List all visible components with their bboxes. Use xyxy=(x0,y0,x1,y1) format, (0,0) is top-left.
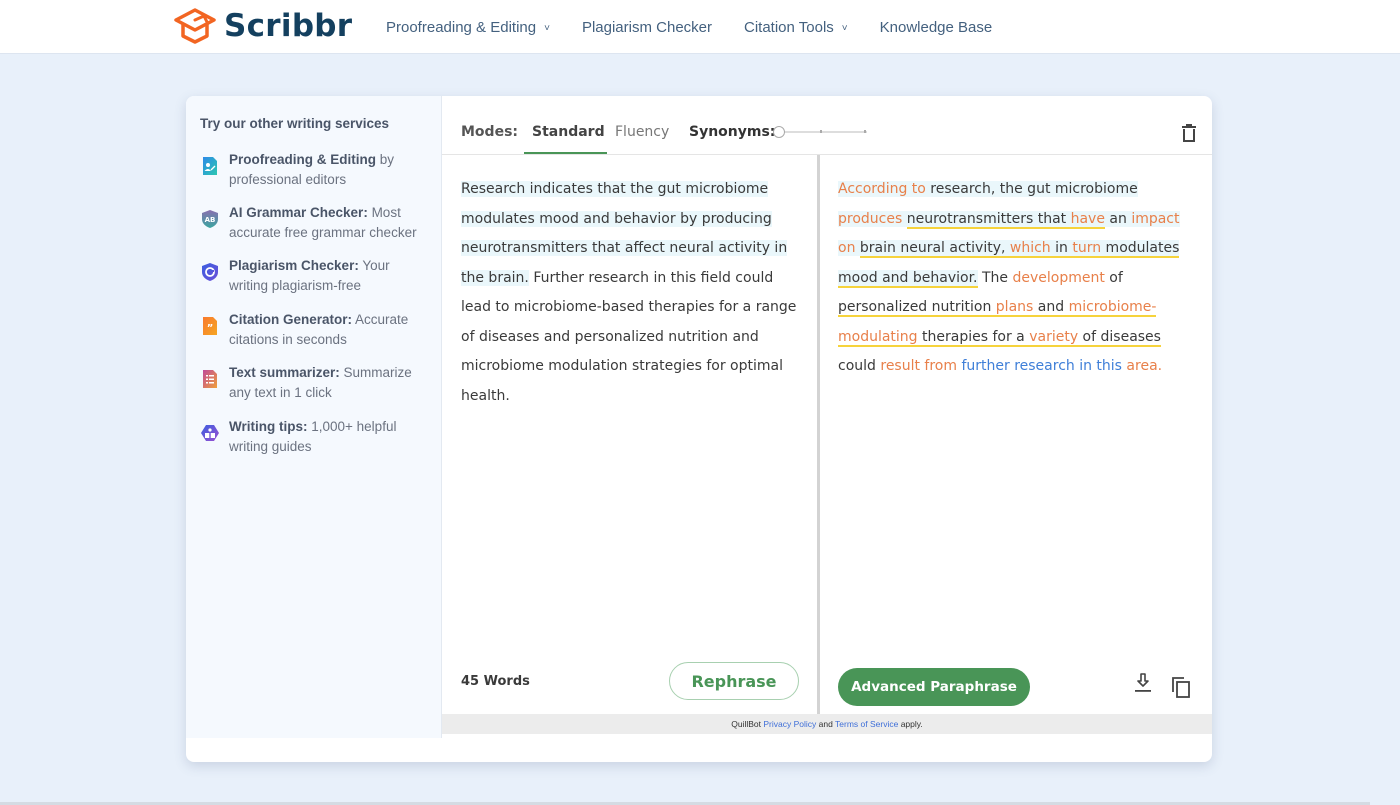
output-segment: therapies for a xyxy=(917,328,1030,347)
svg-text:”: ” xyxy=(207,323,214,334)
sidebar-title: Try our other writing services xyxy=(200,116,390,131)
service-plagiarism-checker[interactable]: Plagiarism Checker: Your writing plagiar… xyxy=(200,256,430,295)
slider-tick xyxy=(820,130,822,133)
service-text: Writing tips: 1,000+ helpful writing gui… xyxy=(229,419,397,454)
citation-generator-icon: ” xyxy=(203,317,217,335)
main-nav: Proofreading & Editing ˅ Plagiarism Chec… xyxy=(386,0,1024,54)
brand-name: Scribbr xyxy=(224,8,353,44)
legal-prefix: QuillBot xyxy=(731,719,764,729)
active-tab-indicator xyxy=(524,152,607,154)
nav-knowledge-base[interactable]: Knowledge Base xyxy=(880,19,993,36)
output-segment: personalized nutrition xyxy=(838,299,996,317)
changed-word[interactable]: impact xyxy=(1131,210,1180,227)
tab-standard-mode[interactable]: Standard xyxy=(532,124,605,140)
output-segment: brain neural activity, xyxy=(859,240,1010,258)
chevron-down-icon: ˅ xyxy=(841,22,848,34)
changed-word[interactable]: on xyxy=(838,240,856,256)
service-citation-generator[interactable]: ” Citation Generator: Accurate citations… xyxy=(200,310,430,349)
service-text: AI Grammar Checker: Most accurate free g… xyxy=(229,205,417,240)
advanced-paraphrase-button[interactable]: Advanced Paraphrase xyxy=(838,668,1030,706)
text-summarizer-icon xyxy=(203,370,217,388)
service-text: Text summarizer: Summarize any text in 1… xyxy=(229,365,412,400)
writing-tips-icon xyxy=(201,425,219,441)
output-segment: of diseases xyxy=(1078,328,1161,347)
output-segment: The xyxy=(977,269,1013,286)
nav-label: Plagiarism Checker xyxy=(581,18,712,36)
output-segment: could xyxy=(838,358,881,374)
output-segment: modulates xyxy=(1101,240,1180,258)
changed-word[interactable]: have xyxy=(1070,210,1105,229)
changed-word[interactable]: turn xyxy=(1072,240,1102,258)
changed-word[interactable]: result from xyxy=(880,358,957,374)
changed-word[interactable]: development xyxy=(1012,270,1104,286)
scribbr-logo[interactable]: Scribbr xyxy=(172,6,352,46)
output-segment: an xyxy=(1104,210,1132,227)
changed-word[interactable]: variety xyxy=(1029,328,1079,347)
modes-bar: Modes: Standard Fluency Synonyms: xyxy=(442,96,1212,155)
service-text: Plagiarism Checker: Your writing plagiar… xyxy=(229,258,390,293)
slider-tick xyxy=(864,130,866,133)
paraphraser-card: Try our other writing services Proofread… xyxy=(186,96,1212,762)
legal-and: and xyxy=(816,719,836,729)
modes-label: Modes: xyxy=(461,124,518,140)
nav-label: Proofreading & Editing xyxy=(386,18,537,36)
top-navigation-bar: Scribbr Proofreading & Editing ˅ Plagiar… xyxy=(0,0,1400,54)
output-text[interactable]: According to research, the gut microbiom… xyxy=(838,175,1198,382)
nav-plagiarism-checker[interactable]: Plagiarism Checker xyxy=(582,19,712,36)
nav-proofreading-editing[interactable]: Proofreading & Editing ˅ xyxy=(386,19,550,36)
structural-change[interactable]: further research in this xyxy=(957,358,1122,374)
output-pane: According to research, the gut microbiom… xyxy=(820,155,1212,714)
output-segment: in xyxy=(1050,240,1073,258)
output-segment: and xyxy=(1033,299,1069,317)
service-text-summarizer[interactable]: Text summarizer: Summarize any text in 1… xyxy=(200,363,430,402)
changed-word[interactable]: produces xyxy=(838,210,903,227)
services-sidebar: Try our other writing services Proofread… xyxy=(186,96,442,738)
synonyms-slider-track[interactable] xyxy=(781,131,867,133)
terms-of-service-link[interactable]: Terms of Service xyxy=(835,719,898,729)
privacy-policy-link[interactable]: Privacy Policy xyxy=(763,719,816,729)
plagiarism-checker-icon xyxy=(202,263,218,281)
copy-icon[interactable] xyxy=(1170,675,1192,699)
input-text[interactable]: Research indicates that the gut microbio… xyxy=(461,175,801,411)
synonyms-slider-thumb[interactable] xyxy=(773,126,785,138)
service-ai-grammar-checker[interactable]: AB AI Grammar Checker: Most accurate fre… xyxy=(200,203,430,242)
output-segment: research, the gut microbiome xyxy=(925,181,1138,197)
nav-label: Citation Tools xyxy=(744,18,834,36)
changed-word[interactable]: area. xyxy=(1122,358,1162,374)
svg-text:AB: AB xyxy=(205,216,216,224)
output-segment: mood and behavior. xyxy=(838,269,978,288)
paraphraser-tool: Modes: Standard Fluency Synonyms: Resear… xyxy=(442,96,1212,738)
input-pane[interactable]: Research indicates that the gut microbio… xyxy=(442,155,817,714)
trash-icon[interactable] xyxy=(1178,122,1200,144)
service-writing-tips[interactable]: Writing tips: 1,000+ helpful writing gui… xyxy=(200,417,430,456)
rephrase-button[interactable]: Rephrase xyxy=(669,662,799,700)
word-count: 45 Words xyxy=(461,674,530,689)
legal-suffix: apply. xyxy=(898,719,923,729)
changed-word[interactable]: which xyxy=(1009,240,1051,258)
changed-word[interactable]: plans xyxy=(995,299,1034,317)
output-segment: of xyxy=(1104,269,1123,286)
chevron-down-icon: ˅ xyxy=(544,22,550,34)
proofreading-icon xyxy=(203,157,217,175)
service-text: Citation Generator: Accurate citations i… xyxy=(229,312,409,347)
changed-word[interactable]: microbiome- xyxy=(1068,299,1157,317)
download-icon[interactable] xyxy=(1132,671,1154,695)
graduation-cap-icon xyxy=(174,8,216,44)
service-proofreading[interactable]: Proofreading & Editing by professional e… xyxy=(200,150,430,189)
grammar-checker-icon: AB xyxy=(202,210,218,228)
synonyms-label: Synonyms: xyxy=(689,124,776,140)
nav-label: Knowledge Base xyxy=(879,18,993,36)
remaining-text: Further research in this field could lea… xyxy=(461,269,797,404)
output-segment: neurotransmitters that xyxy=(906,210,1071,229)
changed-word[interactable]: modulating xyxy=(838,328,918,347)
legal-notice: QuillBot Privacy Policy and Terms of Ser… xyxy=(442,714,1212,734)
changed-word[interactable]: According to xyxy=(838,181,926,197)
nav-citation-tools[interactable]: Citation Tools ˅ xyxy=(744,19,848,36)
service-text: Proofreading & Editing by professional e… xyxy=(229,152,395,187)
tab-fluency-mode[interactable]: Fluency xyxy=(615,124,669,140)
